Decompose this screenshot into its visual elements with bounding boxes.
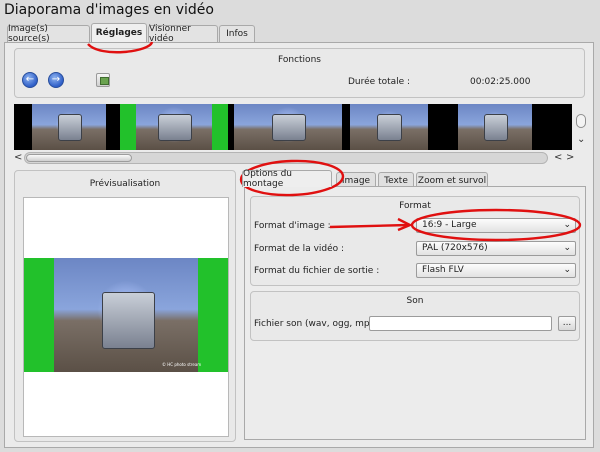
- annotation-overlay: [87, 41, 582, 242]
- annotation-arrow: [329, 223, 409, 229]
- annotation-circle-format: [410, 208, 582, 242]
- tab-options-du-montage[interactable]: Options du montage: [242, 169, 332, 189]
- annotation-underline: [87, 41, 154, 54]
- tab-reglages[interactable]: Réglages: [91, 23, 147, 42]
